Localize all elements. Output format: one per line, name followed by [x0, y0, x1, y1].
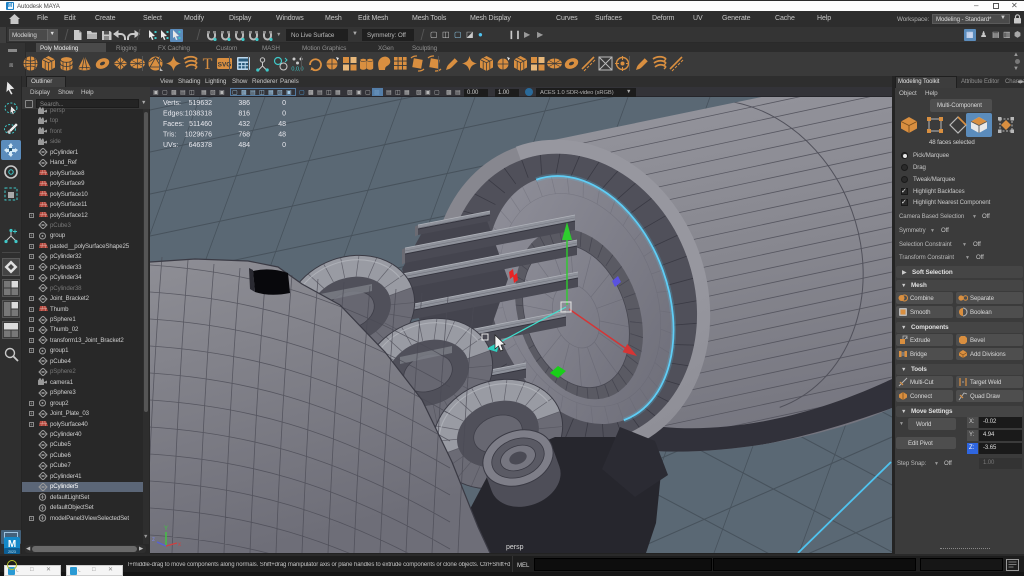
svg-text:Tris:: Tris: — [163, 132, 176, 139]
svg-text:x: x — [178, 542, 181, 548]
svg-text:0: 0 — [282, 142, 286, 149]
svg-text:T: T — [203, 56, 213, 72]
svg-text:Faces:: Faces: — [163, 121, 184, 128]
svg-text:484: 484 — [238, 142, 250, 149]
svg-text:z: z — [152, 537, 155, 543]
svg-text:Verts:: Verts: — [163, 100, 181, 107]
svg-text:M: M — [8, 539, 16, 550]
svg-text:0: 0 — [282, 111, 286, 118]
svg-text:48: 48 — [278, 121, 286, 128]
svg-text:519632: 519632 — [189, 100, 212, 107]
svg-text:816: 816 — [238, 111, 250, 118]
svg-text:646378: 646378 — [189, 142, 212, 149]
svg-text:1038318: 1038318 — [185, 111, 212, 118]
svg-text:386: 386 — [238, 100, 250, 107]
svg-text:511460: 511460 — [189, 121, 212, 128]
svg-text:432: 432 — [238, 121, 250, 128]
svg-text:UVs:: UVs: — [163, 142, 178, 149]
svg-text:1029676: 1029676 — [185, 132, 212, 139]
svg-text:persp: persp — [506, 544, 524, 551]
svg-text:Y: Y — [164, 526, 168, 532]
svg-text:Edges:: Edges: — [163, 111, 185, 118]
svg-text:48: 48 — [278, 132, 286, 139]
svg-text:0,0,0: 0,0,0 — [291, 67, 303, 73]
svg-text:0: 0 — [282, 100, 286, 107]
svg-text:768: 768 — [238, 132, 250, 139]
